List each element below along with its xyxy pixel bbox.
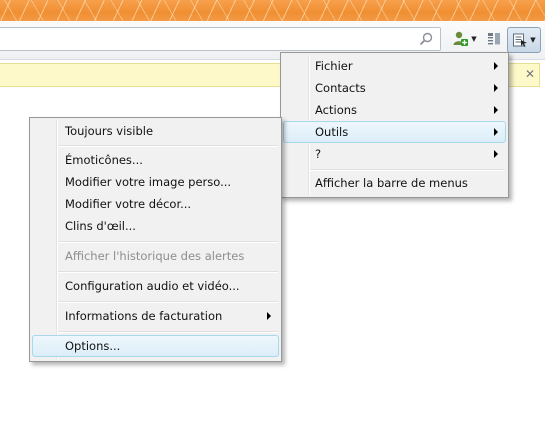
menu-item-label: Configuration audio et vidéo... (65, 279, 240, 293)
menu-item-audio-video[interactable]: Configuration audio et vidéo... (32, 275, 279, 297)
menu-item-label: ? (315, 147, 322, 161)
menu-item-always-visible[interactable]: Toujours visible (32, 120, 279, 142)
menu-item-outils[interactable]: Outils (283, 121, 506, 143)
menu-separator (58, 241, 278, 243)
menu-item-options[interactable]: Options... (32, 335, 279, 357)
menu-item-label: Contacts (315, 81, 366, 95)
chevron-down-icon: ▼ (471, 35, 477, 43)
search-input[interactable] (0, 27, 441, 51)
menu-item-help[interactable]: ? (283, 143, 506, 165)
menu-item-label: Afficher l'historique des alertes (65, 249, 245, 263)
menu-item-display-picture[interactable]: Modifier votre image perso... (32, 171, 279, 193)
close-icon[interactable]: ✕ (525, 67, 535, 81)
layout-icon (488, 33, 500, 45)
menu-item-label: Outils (315, 125, 349, 139)
menu-item-label: Actions (315, 103, 358, 117)
menu-item-fichier[interactable]: Fichier (283, 55, 506, 77)
menu-item-label: Clins d'œil... (65, 219, 136, 233)
menu-item-label: Options... (65, 339, 121, 353)
submenu-arrow-icon (267, 312, 271, 320)
header-banner (0, 0, 545, 21)
menu-button[interactable]: ▼ (507, 27, 541, 53)
submenu-arrow-icon (494, 84, 498, 92)
menu-item-emoticons[interactable]: Émoticônes... (32, 149, 279, 171)
menu-item-label: Émoticônes... (65, 153, 143, 167)
search-icon[interactable] (418, 31, 434, 47)
submenu-arrow-icon (494, 106, 498, 114)
menu-item-actions[interactable]: Actions (283, 99, 506, 121)
menu-separator (58, 145, 278, 147)
tools-submenu: Toujours visible Émoticônes... Modifier … (29, 117, 282, 362)
add-contact-button[interactable]: ▼ (449, 27, 479, 51)
chevron-down-icon: ▼ (530, 36, 536, 44)
menu-item-scene[interactable]: Modifier votre décor... (32, 193, 279, 215)
menu-item-winks[interactable]: Clins d'œil... (32, 215, 279, 237)
layout-button[interactable] (484, 27, 504, 51)
menu-item-billing[interactable]: Informations de facturation (32, 305, 279, 327)
menu-item-label: Modifier votre image perso... (65, 175, 232, 189)
menu-item-alert-history: Afficher l'historique des alertes (32, 245, 279, 267)
submenu-arrow-icon (494, 62, 498, 70)
submenu-arrow-icon (494, 128, 498, 136)
menu-separator (58, 331, 278, 333)
submenu-arrow-icon (494, 150, 498, 158)
menu-item-label: Informations de facturation (65, 309, 223, 323)
add-contact-icon (453, 31, 469, 46)
menu-separator (310, 169, 505, 171)
main-menu: Fichier Contacts Actions Outils ? Affich… (280, 52, 509, 198)
menu-item-label: Afficher la barre de menus (315, 176, 468, 190)
menu-item-label: Modifier votre décor... (65, 197, 192, 211)
menu-item-label: Fichier (315, 59, 353, 73)
menu-separator (58, 271, 278, 273)
menu-item-contacts[interactable]: Contacts (283, 77, 506, 99)
menu-item-label: Toujours visible (65, 124, 154, 138)
menu-separator (58, 301, 278, 303)
menu-icon (513, 33, 528, 47)
menu-item-show-menubar[interactable]: Afficher la barre de menus (283, 172, 506, 194)
